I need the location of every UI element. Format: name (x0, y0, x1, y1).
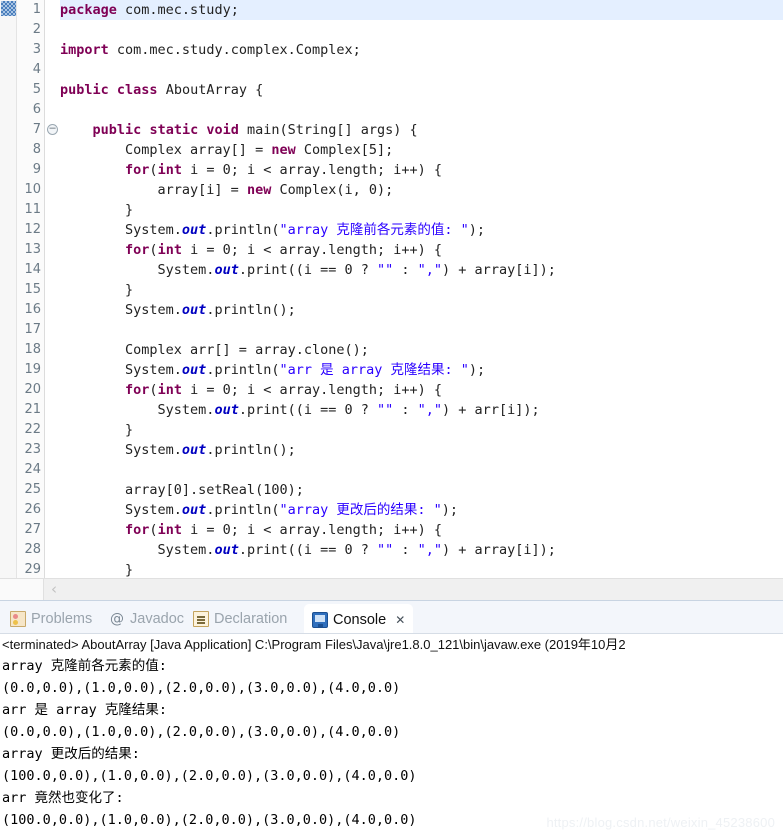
tab-declaration[interactable]: Declaration (185, 604, 295, 634)
code-line[interactable]: Complex array[] = new Complex[5]; (60, 140, 783, 160)
code-line[interactable]: System.out.print((i == 0 ? "" : ",") + a… (60, 400, 783, 420)
line-number: 3 (32, 42, 41, 57)
console-output-text: array 克隆前各元素的值: (0.0,0.0),(1.0,0.0),(2.0,… (0, 655, 783, 831)
code-line[interactable] (60, 60, 783, 80)
code-line[interactable]: System.out.println("array 克隆前各元素的值: "); (60, 220, 783, 240)
declaration-icon (193, 611, 209, 627)
bottom-panel-tabbar[interactable]: Problems Javadoc Declaration Console ✕ (0, 600, 783, 634)
line-number: 12 (24, 222, 41, 237)
console-output-line: arr 竟然也变化了: (2, 790, 124, 806)
code-line[interactable] (60, 100, 783, 120)
console-output-line: (0.0,0.0),(1.0,0.0),(2.0,0.0),(3.0,0.0),… (2, 724, 401, 740)
code-line[interactable]: System.out.println("array 更改后的结果: "); (60, 500, 783, 520)
code-line[interactable]: array[0].setReal(100); (60, 480, 783, 500)
scroll-left-arrow-icon[interactable]: ‹ (47, 582, 61, 597)
line-number: 18 (24, 342, 41, 357)
editor-body: 1 2 3 4 5 6 7 8 9 10 11 12 13 14 15 16 17 18 19 20 21 22 23 24 2… (0, 0, 783, 578)
code-line[interactable]: for(int i = 0; i < array.length; i++) { (60, 160, 783, 180)
line-number: 7 (32, 122, 41, 137)
console-output-line: (100.0,0.0),(1.0,0.0),(2.0,0.0),(3.0,0.0… (2, 812, 417, 828)
line-number: 9 (32, 162, 41, 177)
code-line[interactable]: } (60, 560, 783, 578)
line-number: 22 (24, 422, 41, 437)
code-line[interactable] (60, 460, 783, 480)
line-number: 4 (32, 62, 41, 77)
line-number: 21 (24, 402, 41, 417)
line-number: 20 (24, 382, 41, 397)
line-number: 5 (32, 82, 41, 97)
eclipse-ide-window: 1 2 3 4 5 6 7 8 9 10 11 12 13 14 15 16 17 18 19 20 21 22 23 24 2… (0, 0, 783, 836)
code-line[interactable]: } (60, 420, 783, 440)
code-line[interactable]: for(int i = 0; i < array.length; i++) { (60, 240, 783, 260)
console-output-line: arr 是 array 克隆结果: (2, 702, 168, 718)
overview-ruler-mark-icon (1, 1, 16, 16)
console-output-line: (0.0,0.0),(1.0,0.0),(2.0,0.0),(3.0,0.0),… (2, 680, 401, 696)
close-icon[interactable]: ✕ (395, 612, 405, 628)
tab-problems[interactable]: Problems (2, 604, 100, 634)
code-line[interactable]: System.out.println("arr 是 array 克隆结果: ")… (60, 360, 783, 380)
tab-console[interactable]: Console ✕ (304, 604, 414, 634)
line-number: 26 (24, 502, 41, 517)
scrollbar-corner (0, 579, 44, 600)
console-icon (312, 611, 328, 628)
tab-label: Console (333, 611, 387, 628)
code-line[interactable]: Complex arr[] = array.clone(); (60, 340, 783, 360)
console-output-line: array 克隆前各元素的值: (2, 658, 167, 674)
code-line[interactable]: array[i] = new Complex(i, 0); (60, 180, 783, 200)
code-line[interactable]: import com.mec.study.complex.Complex; (60, 40, 783, 60)
line-number-gutter: 1 2 3 4 5 6 7 8 9 10 11 12 13 14 15 16 17 18 19 20 21 22 23 24 2… (17, 0, 45, 578)
tab-javadoc[interactable]: Javadoc (101, 604, 192, 634)
line-number: 16 (24, 302, 41, 317)
tab-label: Declaration (214, 611, 288, 627)
line-number: 28 (24, 542, 41, 557)
editor-marker-bar[interactable] (0, 0, 17, 578)
code-line[interactable]: public class AboutArray { (60, 80, 783, 100)
line-number: 19 (24, 362, 41, 377)
editor-horizontal-scrollbar[interactable]: ‹ (0, 578, 783, 600)
line-number: 27 (24, 522, 41, 537)
javadoc-at-icon (109, 611, 125, 627)
code-line[interactable]: for(int i = 0; i < array.length; i++) { (60, 520, 783, 540)
tab-label: Javadoc (130, 611, 185, 627)
line-number: 14 (24, 262, 41, 277)
code-line[interactable]: System.out.print((i == 0 ? "" : ",") + a… (60, 540, 783, 560)
line-number: 23 (24, 442, 41, 457)
code-text-area[interactable]: package com.mec.study; import com.mec.st… (60, 0, 783, 578)
java-source-editor[interactable]: 1 2 3 4 5 6 7 8 9 10 11 12 13 14 15 16 17 18 19 20 21 22 23 24 2… (0, 0, 783, 600)
code-folding-column[interactable] (46, 0, 60, 578)
line-number: 11 (24, 202, 41, 217)
console-process-header: <terminated> AboutArray [Java Applicatio… (2, 637, 626, 652)
console-output-line: (100.0,0.0),(1.0,0.0),(2.0,0.0),(3.0,0.0… (2, 768, 417, 784)
code-line[interactable]: public static void main(String[] args) { (60, 120, 783, 140)
line-number: 29 (24, 562, 41, 577)
line-number: 2 (32, 22, 41, 37)
fold-collapse-icon[interactable] (47, 124, 58, 135)
code-line[interactable]: System.out.println(); (60, 440, 783, 460)
console-output-line: array 更改后的结果: (2, 746, 140, 762)
code-line[interactable] (60, 20, 783, 40)
code-line[interactable]: System.out.println(); (60, 300, 783, 320)
console-view[interactable]: <terminated> AboutArray [Java Applicatio… (0, 633, 783, 836)
line-number: 24 (24, 462, 41, 477)
line-number: 13 (24, 242, 41, 257)
line-number: 17 (24, 322, 41, 337)
code-line[interactable]: } (60, 280, 783, 300)
line-number: 10 (24, 182, 41, 197)
code-line[interactable]: System.out.print((i == 0 ? "" : ",") + a… (60, 260, 783, 280)
code-line[interactable]: package com.mec.study; (60, 0, 783, 20)
line-number: 15 (24, 282, 41, 297)
code-line[interactable] (60, 320, 783, 340)
line-number: 1 (32, 2, 41, 17)
line-number: 25 (24, 482, 41, 497)
line-number: 6 (32, 102, 41, 117)
code-line[interactable]: } (60, 200, 783, 220)
line-number: 8 (32, 142, 41, 157)
tab-label: Problems (31, 611, 93, 627)
problems-icon (10, 611, 26, 627)
code-line[interactable]: for(int i = 0; i < array.length; i++) { (60, 380, 783, 400)
scrollbar-track[interactable] (63, 579, 783, 600)
